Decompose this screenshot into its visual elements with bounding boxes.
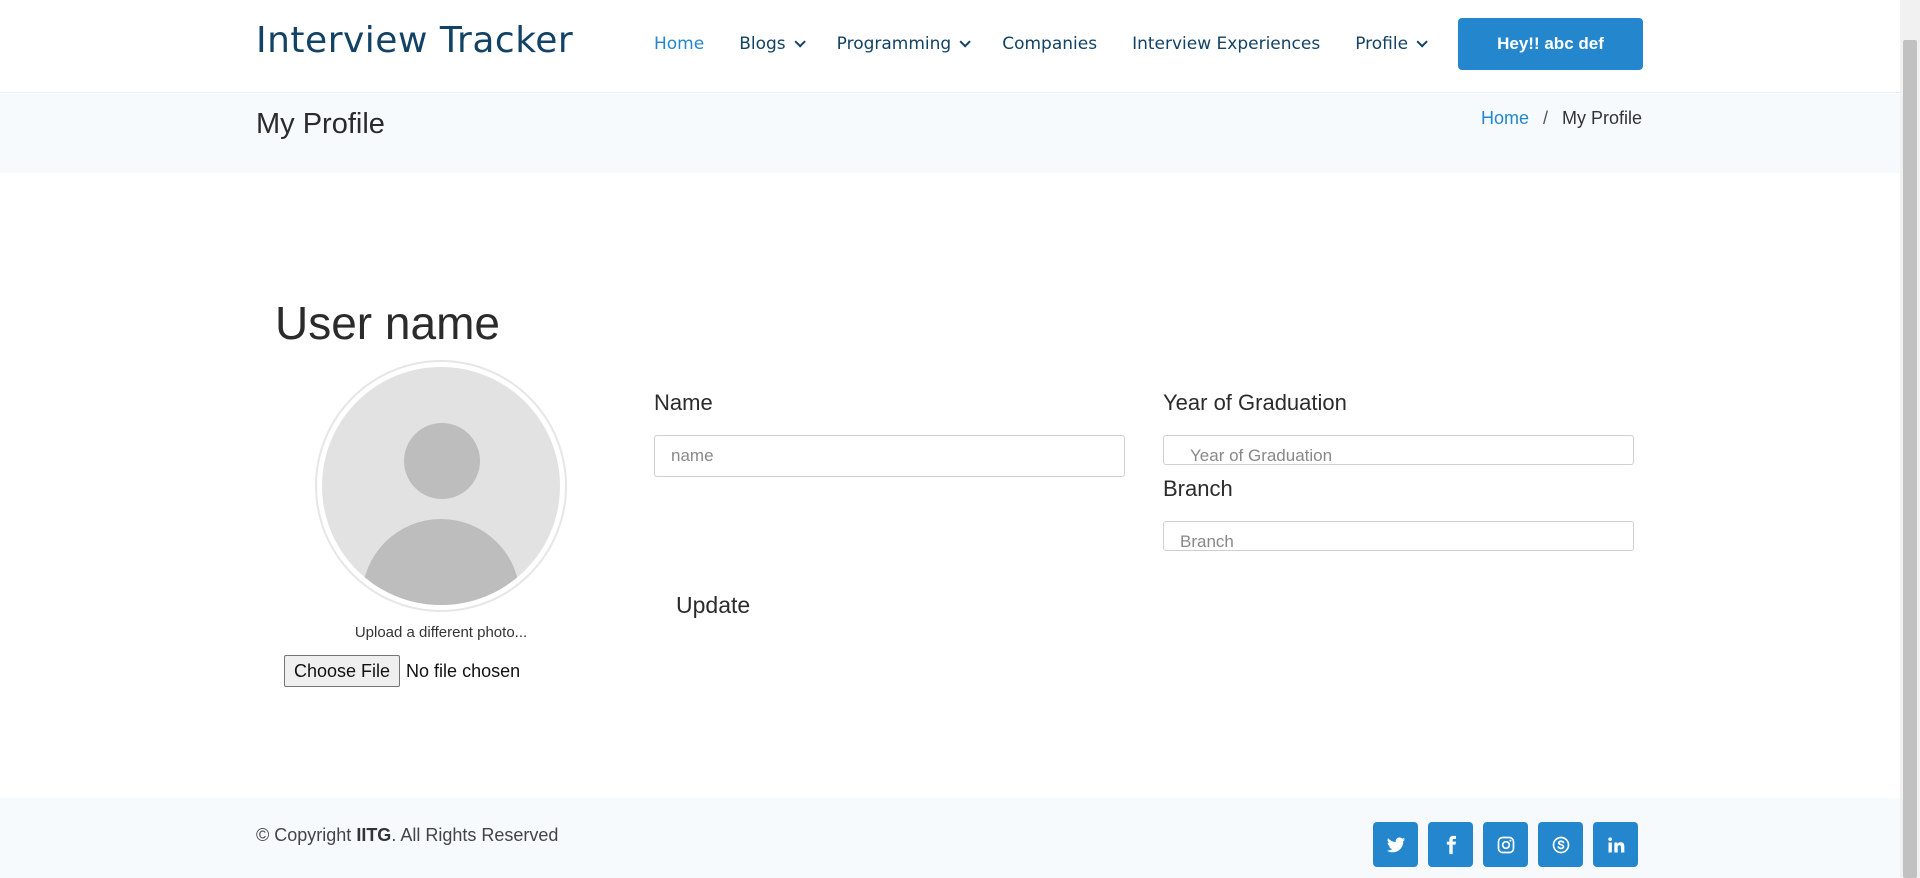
nav-home-label: Home (654, 34, 705, 54)
nav-programming[interactable]: Programming (836, 34, 971, 54)
profile-username: User name (275, 297, 500, 349)
avatar (315, 360, 567, 612)
file-upload: Choose File No file chosen (284, 655, 520, 687)
file-status: No file chosen (406, 660, 521, 681)
nav-profile[interactable]: Profile (1355, 34, 1428, 54)
update-button[interactable]: Update (676, 592, 750, 619)
scrollbar-thumb[interactable] (1903, 40, 1917, 878)
skype-icon[interactable] (1538, 822, 1583, 867)
chevron-down-icon (1416, 36, 1428, 48)
linkedin-icon[interactable] (1593, 822, 1638, 867)
page-title: My Profile (256, 108, 385, 140)
chevron-down-icon (794, 36, 806, 48)
year-input[interactable]: Year of Graduation (1163, 435, 1634, 465)
year-input-placeholder: Year of Graduation (1190, 446, 1333, 465)
copyright: © Copyright IITG. All Rights Reserved (256, 825, 558, 846)
copyright-suffix: . All Rights Reserved (391, 825, 559, 845)
nav-blogs[interactable]: Blogs (739, 34, 806, 54)
nav-home[interactable]: Home (654, 34, 704, 54)
year-label: Year of Graduation (1163, 390, 1347, 415)
name-input-placeholder: name (671, 446, 714, 465)
site-header: Interview Tracker Home Blogs Programming… (0, 0, 1900, 93)
branch-label: Branch (1163, 476, 1233, 501)
breadcrumb: Home / My Profile (1481, 108, 1642, 129)
nav-interview-experiences-label: Interview Experiences (1132, 34, 1321, 54)
user-greeting-button[interactable]: Hey!! abc def (1458, 18, 1643, 70)
choose-file-button[interactable]: Choose File (284, 655, 401, 687)
chevron-down-icon (959, 36, 971, 48)
nav-profile-label: Profile (1355, 34, 1409, 54)
main-nav: Home Blogs Programming Companies Intervi… (654, 30, 1459, 58)
avatar-body-shape (362, 519, 520, 605)
breadcrumb-separator: / (1542, 108, 1548, 128)
default-avatar-icon (322, 367, 560, 605)
avatar-head-shape (404, 423, 480, 499)
facebook-icon[interactable] (1428, 822, 1473, 867)
nav-companies-label: Companies (1002, 34, 1098, 54)
breadcrumb-current: My Profile (1561, 108, 1642, 128)
name-input[interactable]: name (654, 435, 1125, 477)
page-scrollbar[interactable] (1900, 0, 1920, 878)
nav-blogs-label: Blogs (739, 34, 786, 54)
nav-programming-label: Programming (836, 34, 952, 54)
copyright-prefix: © Copyright (256, 825, 357, 845)
twitter-icon[interactable] (1373, 822, 1418, 867)
instagram-icon[interactable] (1483, 822, 1528, 867)
site-logo[interactable]: Interview Tracker (256, 20, 573, 61)
nav-interview-experiences[interactable]: Interview Experiences (1132, 34, 1320, 54)
breadcrumb-home-link[interactable]: Home (1481, 108, 1529, 129)
upload-hint: Upload a different photo... (354, 624, 528, 641)
branch-input[interactable]: Branch (1163, 521, 1634, 551)
copyright-org: IITG (356, 825, 392, 845)
nav-companies[interactable]: Companies (1002, 34, 1097, 54)
name-label: Name (654, 390, 713, 415)
branch-input-placeholder: Branch (1180, 532, 1234, 551)
social-links (1373, 822, 1638, 867)
